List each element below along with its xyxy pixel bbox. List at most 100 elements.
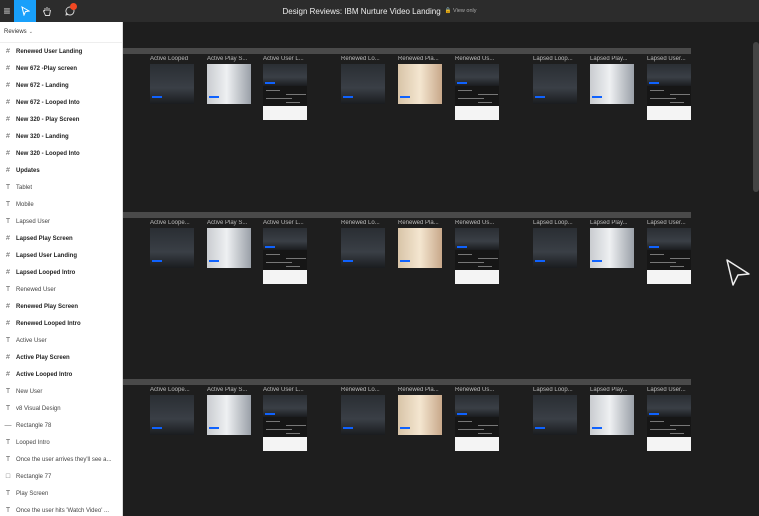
layer-item[interactable]: T Mobile — [0, 196, 122, 213]
frame-thumbnail[interactable] — [590, 395, 634, 435]
layer-item[interactable]: T New User — [0, 383, 122, 400]
frame-label[interactable]: Active Looped — [150, 56, 194, 62]
layer-item[interactable]: # New 320 - Landing — [0, 128, 122, 145]
frame-thumbnail[interactable] — [207, 64, 251, 104]
frame-label[interactable]: Lapsed Loop... — [533, 220, 577, 226]
layer-label: New 320 - Play Screen — [16, 116, 80, 123]
layer-label: Renewed Looped Intro — [16, 320, 81, 327]
layer-item[interactable]: # New 672 - Looped Into — [0, 94, 122, 111]
layer-item[interactable]: # Updates — [0, 162, 122, 179]
frame-label[interactable]: Renewed Us... — [455, 387, 499, 393]
frame-thumbnail[interactable] — [263, 64, 307, 120]
frame-thumbnail[interactable] — [533, 228, 577, 268]
canvas-scrollbar[interactable] — [753, 42, 759, 192]
frame-thumbnail[interactable] — [533, 64, 577, 104]
layer-label: Renewed User — [16, 286, 56, 293]
layer-label: New User — [16, 388, 43, 395]
frame-thumbnail[interactable] — [263, 228, 307, 284]
frame-label[interactable]: Lapsed Play... — [590, 220, 634, 226]
frame-label[interactable]: Renewed Pla... — [398, 387, 442, 393]
layer-item[interactable]: # Active Looped Intro — [0, 366, 122, 383]
frame-thumbnail[interactable] — [341, 395, 385, 435]
frame-label[interactable]: Renewed Lo... — [341, 387, 385, 393]
layer-item[interactable]: # Renewed User Landing — [0, 43, 122, 60]
frame-label[interactable]: Active Loope... — [150, 387, 194, 393]
frame-thumbnail[interactable] — [647, 228, 691, 284]
layer-label: New 672 - Looped Into — [16, 99, 80, 106]
frame-label[interactable]: Active Loope... — [150, 220, 194, 226]
layer-item[interactable]: T Play Screen — [0, 485, 122, 502]
layer-item[interactable]: T Renewed User — [0, 281, 122, 298]
frame-thumbnail[interactable] — [398, 395, 442, 435]
layer-item[interactable]: # Lapsed Play Screen — [0, 230, 122, 247]
design-canvas[interactable]: Active Looped Active Play S... Active User… — [123, 22, 759, 516]
layer-item[interactable]: □ Rectangle 77 — [0, 468, 122, 485]
frame-thumbnail[interactable] — [341, 64, 385, 104]
frame-thumbnail[interactable] — [455, 228, 499, 284]
layer-item[interactable]: # New 320 - Looped Into — [0, 145, 122, 162]
layer-item[interactable]: # Renewed Looped Intro — [0, 315, 122, 332]
frame-label[interactable]: Renewed Us... — [455, 56, 499, 62]
frame-label[interactable]: Active Play S... — [207, 220, 251, 226]
frame-label[interactable]: Active User L... — [263, 220, 307, 226]
frame-label[interactable]: Active Play S... — [207, 56, 251, 62]
toolbar: ≡ Design Reviews: IBM Nurture Video Land… — [0, 0, 759, 22]
frame-label[interactable]: Lapsed User... — [647, 220, 691, 226]
frame-label[interactable]: Renewed Pla... — [398, 220, 442, 226]
layer-item[interactable]: Tv8 Visual Design — [0, 400, 122, 417]
frame-thumbnail[interactable] — [647, 395, 691, 451]
layer-item[interactable]: T Once the user hits 'Watch Video' ... — [0, 502, 122, 516]
frame-icon: # — [6, 48, 10, 55]
frame-label[interactable]: Renewed Pla... — [398, 56, 442, 62]
frame-thumbnail[interactable] — [455, 395, 499, 451]
frame-label[interactable]: Lapsed Play... — [590, 56, 634, 62]
frame-thumbnail[interactable] — [398, 64, 442, 104]
rectangle-icon: □ — [5, 473, 11, 480]
frame-label[interactable]: Lapsed User... — [647, 56, 691, 62]
frame-thumbnail[interactable] — [263, 395, 307, 451]
layer-item[interactable]: # New 672 - Landing — [0, 77, 122, 94]
frame-thumbnail[interactable] — [455, 64, 499, 120]
frame-label[interactable]: Lapsed User... — [647, 387, 691, 393]
frame-thumbnail[interactable] — [150, 395, 194, 435]
frame-thumbnail[interactable] — [533, 395, 577, 435]
layer-item[interactable]: T Active User — [0, 332, 122, 349]
frame-thumbnail[interactable] — [150, 64, 194, 104]
frame-label[interactable]: Renewed Us... — [455, 220, 499, 226]
layer-item[interactable]: T Once the user arrives they'll see a... — [0, 451, 122, 468]
layer-item[interactable]: T Tablet — [0, 179, 122, 196]
frame-thumbnail[interactable] — [150, 228, 194, 268]
text-icon: T — [5, 490, 11, 497]
move-tool-icon[interactable] — [14, 0, 36, 22]
hand-tool-icon[interactable] — [36, 0, 58, 22]
frame-thumbnail[interactable] — [590, 228, 634, 268]
frame-thumbnail[interactable] — [207, 228, 251, 268]
frame-thumbnail[interactable] — [590, 64, 634, 104]
layer-item[interactable]: # Lapsed User Landing — [0, 247, 122, 264]
frame-thumbnail[interactable] — [207, 395, 251, 435]
layer-item[interactable]: # New 672 -Play screen — [0, 60, 122, 77]
layer-label: Renewed Play Screen — [16, 303, 79, 310]
layer-item[interactable]: T Looped Intro — [0, 434, 122, 451]
frame-label[interactable]: Lapsed Play... — [590, 387, 634, 393]
frame-thumbnail[interactable] — [647, 64, 691, 120]
frame-label[interactable]: Lapsed Loop... — [533, 387, 577, 393]
layer-item[interactable]: T Lapsed User — [0, 213, 122, 230]
frame-label[interactable]: Active Play S... — [207, 387, 251, 393]
frame-label[interactable]: Renewed Lo... — [341, 56, 385, 62]
page-selector[interactable]: Reviews ⌄ — [0, 22, 122, 43]
layer-item[interactable]: # Renewed Play Screen — [0, 298, 122, 315]
frame-label[interactable]: Active User L... — [263, 387, 307, 393]
layer-item[interactable]: — Rectangle 78 — [0, 417, 122, 434]
frame-label[interactable]: Lapsed Loop... — [533, 56, 577, 62]
layer-label: New 672 -Play screen — [16, 65, 78, 72]
frame-label[interactable]: Active User L... — [263, 56, 307, 62]
frame-thumbnail[interactable] — [398, 228, 442, 268]
text-icon: T — [5, 456, 11, 463]
layer-item[interactable]: # Lapsed Looped Intro — [0, 264, 122, 281]
frame-thumbnail[interactable] — [341, 228, 385, 268]
menu-icon[interactable]: ≡ — [0, 0, 14, 22]
layer-item[interactable]: # Active Play Screen — [0, 349, 122, 366]
frame-label[interactable]: Renewed Lo... — [341, 220, 385, 226]
layer-item[interactable]: # New 320 - Play Screen — [0, 111, 122, 128]
